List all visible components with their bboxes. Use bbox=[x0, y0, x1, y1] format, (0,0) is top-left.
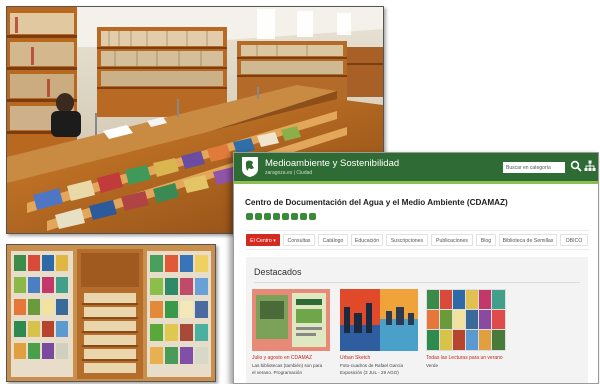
chevron-down-icon: ▾ bbox=[273, 238, 276, 244]
search-input[interactable] bbox=[503, 162, 565, 173]
header-accent-line bbox=[234, 181, 598, 184]
social-icon-7[interactable] bbox=[300, 213, 307, 220]
card-desc-1-line-2: el verano. Programación bbox=[252, 370, 303, 375]
card-desc-3-line-1: Verde bbox=[426, 363, 439, 368]
card-image-3[interactable] bbox=[426, 289, 506, 351]
sitemap-icon[interactable] bbox=[584, 160, 596, 172]
social-icon-2[interactable] bbox=[255, 213, 262, 220]
search-icon[interactable] bbox=[570, 160, 582, 172]
social-icon-5[interactable] bbox=[282, 213, 289, 220]
card-desc-2-line-1: Foto-cuadros de Rafael García bbox=[340, 363, 404, 368]
card-title-1[interactable]: Julio y agosto en CDAMAZ bbox=[252, 355, 312, 361]
social-icon-8[interactable] bbox=[309, 213, 316, 220]
social-icon-1[interactable] bbox=[246, 213, 253, 220]
page-title: Centro de Documentación del Agua y el Me… bbox=[245, 198, 508, 207]
nav-biblioteca-semillas[interactable]: Biblioteca de Semillas bbox=[499, 234, 557, 246]
social-icon-4[interactable] bbox=[273, 213, 280, 220]
card-image-2[interactable] bbox=[340, 289, 418, 351]
social-icon-3[interactable] bbox=[264, 213, 271, 220]
card-image-1[interactable] bbox=[252, 289, 330, 351]
nav-el-centro[interactable]: El Centro ▾ bbox=[246, 234, 280, 246]
site-header: Medioambiente y Sostenibilidad zaragoza.… bbox=[234, 153, 598, 181]
nav-educacion[interactable]: Educación bbox=[351, 234, 383, 246]
section-divider bbox=[254, 282, 580, 283]
nav-obico[interactable]: OBICO bbox=[560, 234, 588, 246]
social-icon-6[interactable] bbox=[291, 213, 298, 220]
card-title-2[interactable]: Urban Sketch bbox=[340, 355, 370, 361]
magazine-display-photo bbox=[6, 244, 216, 382]
card-title-3[interactable]: Todas las Lecturas para un verano bbox=[426, 355, 503, 361]
nav-consultas[interactable]: Consultas bbox=[283, 234, 315, 246]
site-name[interactable]: Medioambiente y Sostenibilidad bbox=[265, 158, 399, 169]
website-screenshot: Medioambiente y Sostenibilidad zaragoza.… bbox=[233, 152, 599, 384]
nav-suscripciones[interactable]: Suscripciones bbox=[386, 234, 428, 246]
site-domain: zaragoza.es | Ciudad bbox=[265, 170, 313, 176]
featured-section: Destacados Julio y agosto en CDAMAZ Las … bbox=[246, 257, 588, 383]
section-title: Destacados bbox=[254, 267, 302, 277]
zaragoza-lion-logo-icon[interactable] bbox=[240, 156, 260, 178]
nav-catalogo[interactable]: Catálogo bbox=[318, 234, 348, 246]
nav-blog[interactable]: Blog bbox=[476, 234, 496, 246]
card-desc-1-line-1: Las bibliotecas (también) son para bbox=[252, 363, 323, 368]
magazine-display-illustration bbox=[7, 245, 215, 381]
main-nav: El Centro ▾ Consultas Catálogo Educación… bbox=[246, 230, 590, 250]
nav-publicaciones[interactable]: Publicaciones bbox=[431, 234, 473, 246]
card-desc-2-line-2: Exposición (3 JUL - 29 AGO) bbox=[340, 370, 399, 375]
